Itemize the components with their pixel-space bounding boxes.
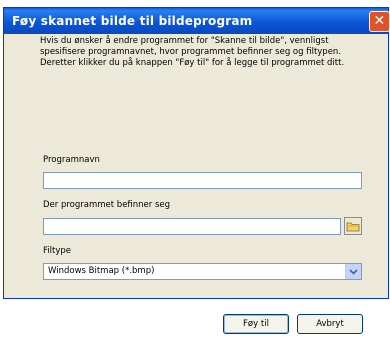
cancel-button[interactable]: Avbryt	[297, 314, 363, 334]
location-field[interactable]	[43, 218, 341, 235]
instructions-paragraph-2: Deretter klikker du på knappen "Føy til"…	[40, 58, 345, 68]
instructions-paragraph-1: Hvis du ønsker å endre programmet for "S…	[40, 36, 342, 57]
title-bar: Føy skannet bilde til bildeprogram ✕	[4, 8, 390, 34]
filetype-label: Filtype	[43, 246, 71, 256]
close-icon: ✕	[373, 13, 386, 29]
browse-button[interactable]	[344, 217, 362, 235]
add-button[interactable]: Føy til	[223, 314, 289, 334]
folder-icon	[346, 222, 360, 232]
chevron-down-icon	[349, 269, 358, 275]
program-name-field[interactable]	[43, 172, 362, 189]
dialog-title: Føy skannet bilde til bildeprogram	[12, 14, 253, 28]
filetype-selected-value: Windows Bitmap (*.bmp)	[48, 266, 155, 276]
filetype-select[interactable]: Windows Bitmap (*.bmp)	[43, 263, 362, 280]
dropdown-button[interactable]	[345, 264, 361, 279]
program-name-label: Programnavn	[43, 155, 100, 165]
instructions-text: Hvis du ønsker å endre programmet for "S…	[40, 36, 370, 69]
location-label: Der programmet befinner seg	[43, 200, 171, 210]
close-button[interactable]: ✕	[369, 11, 390, 32]
